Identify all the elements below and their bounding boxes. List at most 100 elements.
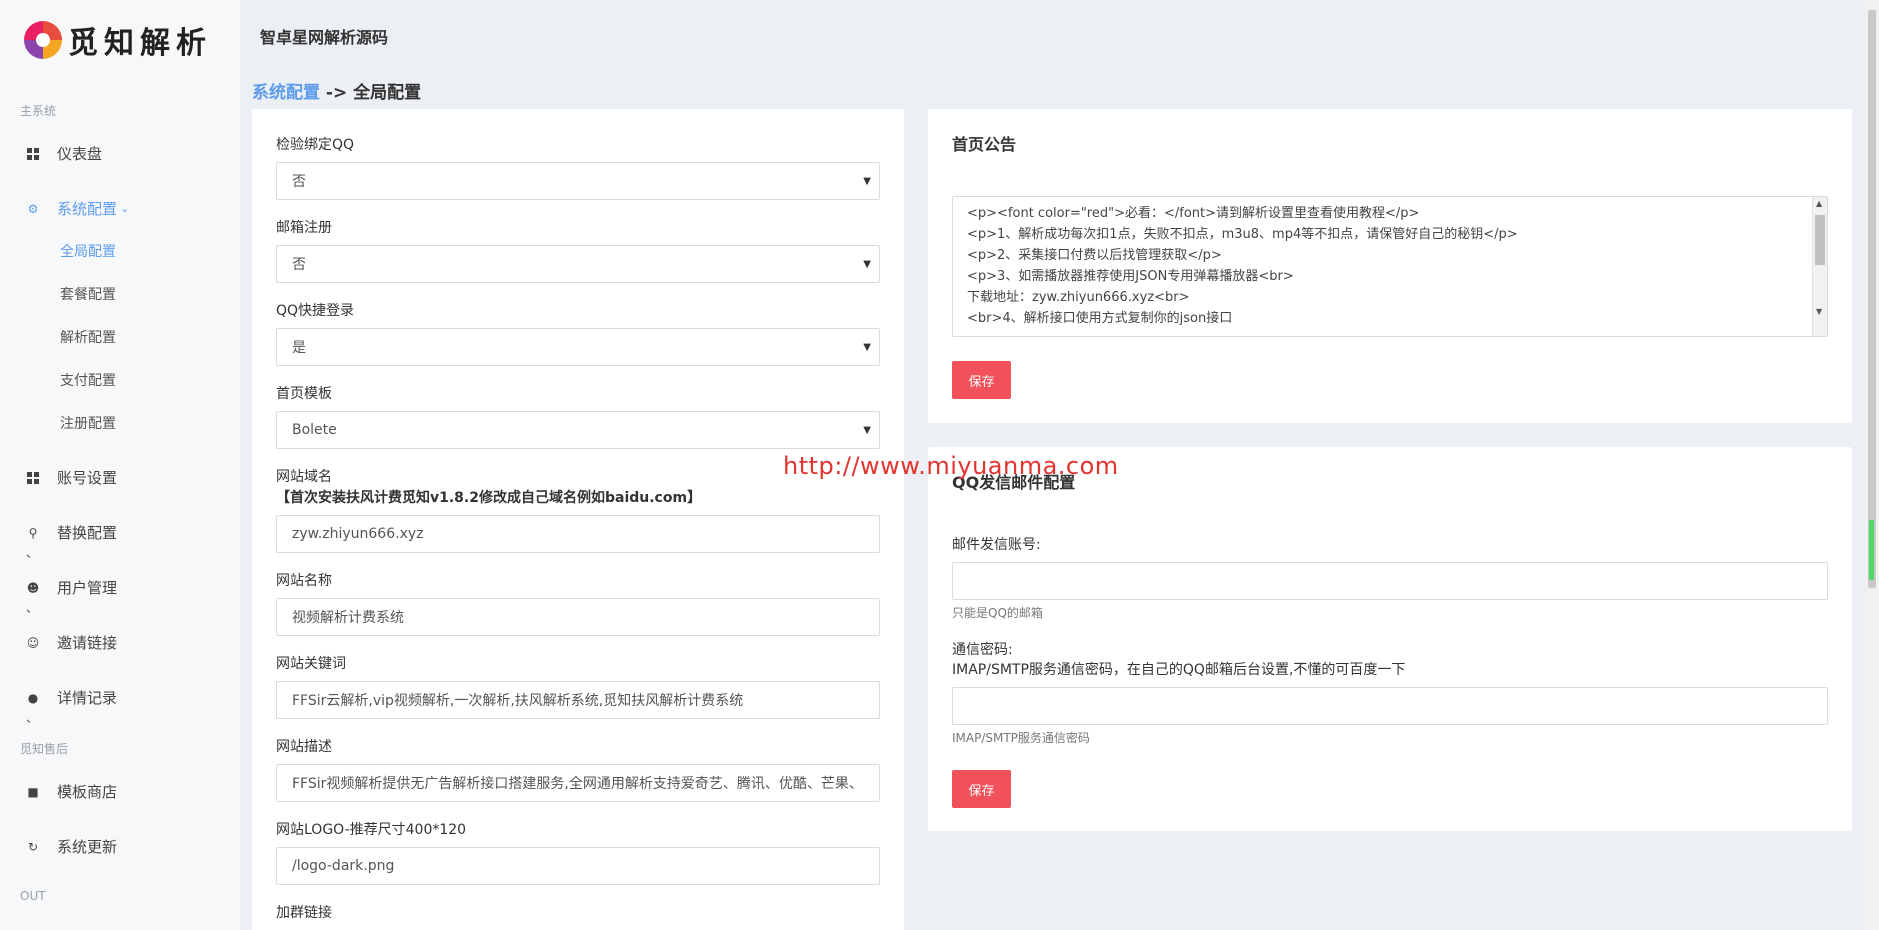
site-name-label: 网站名称 — [276, 573, 332, 589]
caret-down-icon: ▼ — [863, 342, 871, 353]
notice-line: <p><font color="red">必看：</font>请到解析设置里查看… — [967, 206, 1420, 221]
scroll-down-icon[interactable]: ▼ — [1816, 307, 1822, 316]
logo-text: 觅知解析 — [68, 26, 212, 61]
sidebar-item-replace[interactable]: ⚲ 替换配置 — [26, 522, 117, 543]
page-scrollbar[interactable] — [1865, 0, 1879, 930]
user-add-icon: ☺ — [26, 635, 40, 650]
notice-line: <p>1、解析成功每次扣1点，失败不扣点，m3u8、mp4等不扣点，请保管好自己… — [967, 227, 1518, 242]
sidebar-subitem-package[interactable]: 套餐配置 — [60, 284, 116, 304]
sidebar-item-invite[interactable]: ☺ 邀请链接 — [26, 632, 117, 653]
scroll-thumb[interactable] — [1815, 215, 1825, 265]
site-title: 智卓星网解析源码 — [260, 28, 389, 47]
description-label: 网站描述 — [276, 739, 332, 755]
watermark-text: http://www.miyuanma.com — [783, 452, 1119, 480]
notice-title: 首页公告 — [952, 135, 1017, 154]
logo-input[interactable]: /logo-dark.png — [276, 847, 880, 885]
sidebar-item-label: 详情记录 — [57, 689, 118, 707]
sidebar-subitem-global[interactable]: 全局配置 — [60, 241, 116, 261]
notice-save-button[interactable]: 保存 — [952, 361, 1011, 399]
mail-account-label: 邮件发信账号: — [952, 537, 1041, 553]
mail-password-label: 通信密码: — [952, 642, 1013, 658]
chevron-down-icon: ⌄ — [120, 202, 130, 215]
scroll-up-icon[interactable]: ▲ — [1816, 199, 1822, 208]
notice-line: <p>3、如需播放器推荐使用JSON专用弹幕播放器<br> — [967, 269, 1294, 284]
sidebar-item-label: 模板商店 — [57, 783, 118, 801]
check-qq-value: 否 — [292, 174, 306, 190]
sidebar-subitem-parse[interactable]: 解析配置 — [60, 327, 116, 347]
logo-label: 网站LOGO-推荐尺寸400*120 — [276, 822, 467, 838]
check-qq-select[interactable]: 否 ▼ — [276, 162, 880, 200]
notice-line: <p>2、采集接口付费以后找管理获取</p> — [967, 248, 1222, 263]
tick-mark: 、 — [26, 601, 39, 615]
sidebar-item-label: 系统更新 — [57, 838, 118, 856]
notice-card: 首页公告 <p><font color="red">必看：</font>请到解析… — [928, 109, 1852, 423]
user-icon: ☻ — [26, 580, 40, 595]
logo-icon — [24, 21, 62, 59]
breadcrumb-current: 全局配置 — [353, 83, 422, 103]
mail-password-input[interactable] — [952, 687, 1828, 725]
caret-down-icon: ▼ — [863, 176, 871, 187]
description-input[interactable]: FFSir视频解析提供无广告解析接口搭建服务,全网通用解析支持爱奇艺、腾讯、优酷… — [276, 764, 880, 802]
tick-mark: 、 — [26, 711, 39, 725]
brand-logo[interactable]: 觅知解析 — [24, 18, 212, 62]
sidebar-item-users[interactable]: ☻ 用户管理 — [26, 577, 117, 598]
sidebar-item-template-store[interactable]: ■ 模板商店 — [26, 781, 117, 802]
notice-textarea[interactable]: <p><font color="red">必看：</font>请到解析设置里查看… — [952, 196, 1828, 337]
search-icon: ⚲ — [28, 525, 38, 540]
email-reg-select[interactable]: 否 ▼ — [276, 245, 880, 283]
sidebar-item-label: 邀请链接 — [57, 634, 118, 652]
page-scroll-indicator — [1869, 520, 1874, 580]
qq-login-label: QQ快捷登录 — [276, 303, 355, 319]
keywords-label: 网站关键词 — [276, 656, 346, 672]
sidebar: 觅知解析 主系统 仪表盘 ⚙ 系统配置 ⌄ 全局配置 套餐配置 解析配置 支付配… — [0, 0, 240, 930]
template-value: Bolete — [292, 422, 337, 438]
mail-account-input[interactable] — [952, 562, 1828, 600]
sidebar-item-label: 系统配置 — [57, 200, 118, 218]
mail-password-desc: IMAP/SMTP服务通信密码，在自己的QQ邮箱后台设置,不懂的可百度一下 — [952, 662, 1406, 678]
sidebar-item-system-config[interactable]: ⚙ 系统配置 ⌄ — [26, 198, 130, 219]
email-reg-value: 否 — [292, 257, 306, 273]
domain-note: 【首次安装扶风计费觅知v1.8.2修改成自己域名例如baidu.com】 — [276, 490, 702, 506]
check-qq-label: 检验绑定QQ — [276, 137, 355, 153]
global-config-card: 检验绑定QQ 否 ▼ 邮箱注册 否 ▼ QQ快捷登录 是 ▼ 首页模板 Bole… — [252, 109, 904, 930]
bag-icon: ■ — [27, 784, 39, 799]
notice-line: 下载地址：zyw.zhiyun666.xyz<br> — [967, 290, 1190, 305]
dot-icon: ● — [27, 690, 39, 705]
notice-scrollbar[interactable]: ▲ ▼ — [1812, 197, 1827, 336]
sidebar-subitem-payment[interactable]: 支付配置 — [60, 370, 116, 390]
tick-mark: 、 — [26, 546, 39, 560]
sidebar-item-records[interactable]: ● 详情记录 — [26, 687, 117, 708]
domain-input[interactable]: zyw.zhiyun666.xyz — [276, 515, 880, 553]
dashboard-icon — [26, 147, 40, 161]
settings-icon: ⚙ — [27, 201, 39, 216]
mail-config-card: QQ发信邮件配置 邮件发信账号: 只能是QQ的邮箱 通信密码: IMAP/SMT… — [928, 447, 1852, 831]
breadcrumb-link[interactable]: 系统配置 — [252, 83, 320, 103]
sidebar-item-account[interactable]: 账号设置 — [26, 467, 117, 488]
mail-account-help: 只能是QQ的邮箱 — [952, 606, 1043, 620]
domain-label: 网站域名 — [276, 469, 332, 485]
mail-password-help: IMAP/SMTP服务通信密码 — [952, 731, 1090, 745]
qq-login-value: 是 — [292, 340, 306, 356]
email-reg-label: 邮箱注册 — [276, 220, 332, 236]
site-name-input[interactable]: 视频解析计费系统 — [276, 598, 880, 636]
notice-content: <p><font color="red">必看：</font>请到解析设置里查看… — [953, 197, 1827, 335]
keywords-input[interactable]: FFSir云解析,vip视频解析,一次解析,扶风解析系统,觅知扶风解析计费系统 — [276, 681, 880, 719]
sidebar-item-dashboard[interactable]: 仪表盘 — [26, 143, 102, 164]
dashboard-icon — [26, 471, 40, 485]
sidebar-subitem-register[interactable]: 注册配置 — [60, 413, 116, 433]
caret-down-icon: ▼ — [863, 259, 871, 270]
sidebar-item-label: 用户管理 — [57, 579, 118, 597]
section-main-label: 主系统 — [20, 104, 57, 118]
sidebar-item-label: 替换配置 — [57, 524, 118, 542]
section-after-label: 觅知售后 — [20, 742, 69, 756]
template-select[interactable]: Bolete ▼ — [276, 411, 880, 449]
refresh-icon: ↻ — [27, 839, 39, 854]
sidebar-item-label: 仪表盘 — [57, 145, 103, 163]
caret-down-icon: ▼ — [863, 425, 871, 436]
sidebar-item-update[interactable]: ↻ 系统更新 — [26, 836, 117, 857]
mail-save-button[interactable]: 保存 — [952, 770, 1011, 808]
page-scroll-thumb[interactable] — [1868, 10, 1876, 588]
qq-login-select[interactable]: 是 ▼ — [276, 328, 880, 366]
template-label: 首页模板 — [276, 386, 332, 402]
breadcrumb-separator: -> — [320, 83, 354, 103]
